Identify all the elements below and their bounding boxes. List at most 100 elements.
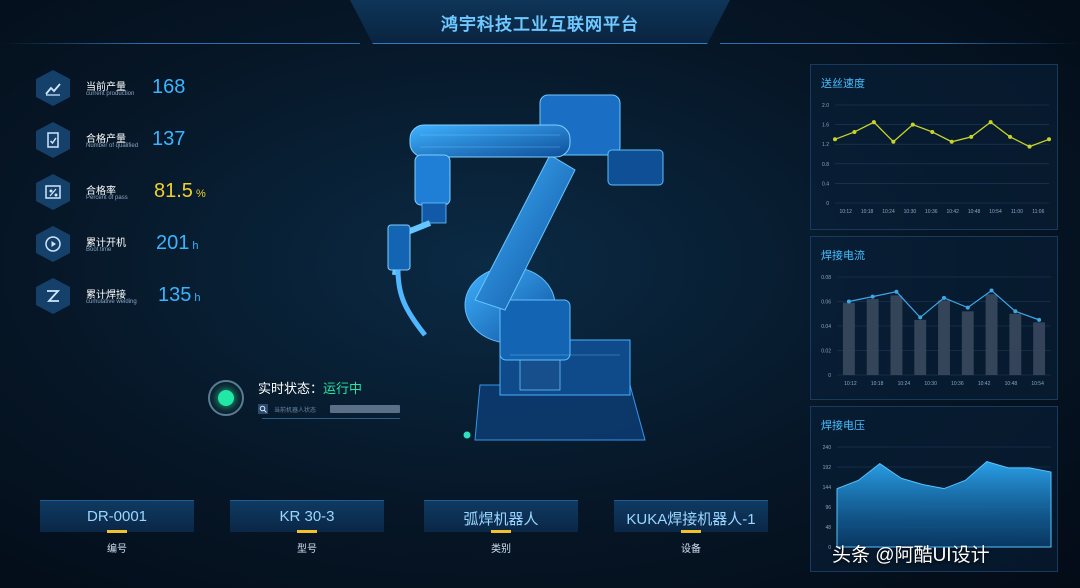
x-tick-label: 10:18 <box>871 381 884 387</box>
stat-value: 201 h <box>156 232 199 254</box>
data-point <box>833 137 837 142</box>
y-tick-label: 1.6 <box>822 123 829 129</box>
bar <box>1009 313 1022 375</box>
info-underline <box>681 530 701 533</box>
data-point <box>1008 134 1013 139</box>
status-sublabel: 当前机器人状态 <box>274 408 317 414</box>
info-underline <box>491 530 511 533</box>
bar <box>985 294 998 375</box>
x-tick-label: 10:54 <box>1031 381 1044 387</box>
wire-speed-panel: 0 0.4 0.8 1.2 1.6 2.0 10:12 10:18 10:24 10:30 10:3… <box>810 64 1058 230</box>
header: 鸿宇科技工业互联网平台 <box>0 0 1080 46</box>
data-point <box>989 288 994 293</box>
data-point <box>988 120 993 125</box>
panel-title: 焊接电压 <box>821 420 865 432</box>
info-card-id: DR-0001 编号 <box>40 500 194 558</box>
stat-value: 137 <box>152 128 186 150</box>
status-dot <box>218 390 234 406</box>
stat-boot-time: 累计开机 Boot time 201 h <box>36 226 296 266</box>
y-tick-label: 1.2 <box>822 142 829 148</box>
stat-pass-rate: 合格率 Percent of pass 81.5% <box>36 174 296 214</box>
bar <box>914 319 927 375</box>
watermark: 头条 @阿酷UI设计 <box>832 545 990 566</box>
status-connector <box>262 418 400 419</box>
area-series <box>836 461 1052 548</box>
x-tick-label: 10:42 <box>946 209 959 215</box>
panel-title: 焊接电流 <box>821 250 865 262</box>
header-line-left <box>0 43 360 44</box>
y-tick-label: 48 <box>825 525 831 531</box>
x-tick-label: 10:24 <box>898 381 911 387</box>
data-point <box>1027 144 1032 149</box>
data-point <box>891 139 896 144</box>
stat-sublabel: Percent of pass <box>86 195 128 201</box>
x-tick-label: 10:54 <box>989 209 1002 215</box>
x-tick-label: 10:12 <box>844 381 857 387</box>
stat-cumulative-welding: 累计焊接 cumulative welding 135 h <box>36 278 296 318</box>
y-tick-label: 0 <box>828 373 831 379</box>
y-tick-label: 0.06 <box>821 300 831 306</box>
x-tick-label: 10:36 <box>925 209 938 215</box>
y-tick-label: 0.08 <box>821 275 831 281</box>
info-value: KR 30-3 <box>279 508 335 525</box>
info-card-device: KUKA焊接机器人-1 设备 <box>614 500 768 558</box>
y-tick-label: 192 <box>823 465 832 471</box>
info-label: 设备 <box>681 544 701 555</box>
y-tick-label: 0.4 <box>822 181 829 187</box>
stat-qualified-production: 合格产量 Number of qualified 137 <box>36 122 296 162</box>
bar <box>961 311 974 375</box>
data-point <box>870 294 875 299</box>
status-indicator <box>208 380 244 416</box>
bar <box>842 302 855 375</box>
y-tick-label: 0.04 <box>821 324 831 330</box>
x-tick-label: 10:18 <box>861 209 874 215</box>
stat-sublabel: current production <box>86 91 135 97</box>
x-tick-label: 10:36 <box>951 381 964 387</box>
document-check-icon <box>36 122 70 158</box>
y-tick-label: 0 <box>828 545 831 551</box>
info-card-category: 弧焊机器人 类别 <box>424 500 578 558</box>
x-tick-label: 10:12 <box>839 209 852 215</box>
info-value: DR-0001 <box>86 508 148 525</box>
welding-current-panel: 0 0.02 0.04 0.06 0.08 10:12 10:18 10:24 10:30 10:… <box>810 236 1058 400</box>
y-tick-label: 240 <box>823 445 832 451</box>
stat-sublabel: Boot time <box>86 247 112 253</box>
y-tick-label: 2.0 <box>822 103 829 109</box>
info-card-model: KR 30-3 型号 <box>230 500 384 558</box>
panel-title: 送丝速度 <box>821 78 865 90</box>
data-point <box>918 315 923 320</box>
stat-value: 81.5% <box>154 180 206 202</box>
percent-icon <box>36 174 70 210</box>
data-point <box>969 134 974 139</box>
stat-sublabel: cumulative welding <box>86 299 137 305</box>
x-tick-label: 10:48 <box>968 209 981 215</box>
info-underline <box>107 530 127 533</box>
info-label: 型号 <box>297 544 317 555</box>
x-tick-label: 10:24 <box>882 209 895 215</box>
x-tick-label: 11:06 <box>1032 209 1044 215</box>
data-point <box>871 120 876 125</box>
data-point <box>965 305 970 310</box>
y-tick-label: 0 <box>826 201 829 207</box>
info-value: KUKA焊接机器人-1 <box>626 511 756 528</box>
x-tick-label: 10:48 <box>1005 381 1018 387</box>
status-bar <box>330 405 400 413</box>
y-tick-label: 96 <box>825 505 831 511</box>
data-point <box>1037 317 1042 322</box>
data-point <box>949 139 954 144</box>
page-title: 鸿宇科技工业互联网平台 <box>441 15 639 34</box>
welding-icon <box>36 278 70 314</box>
data-point <box>910 122 915 127</box>
data-point <box>894 289 899 294</box>
x-tick-label: 11:00 <box>1011 209 1023 215</box>
stat-sublabel: Number of qualified <box>86 143 139 149</box>
stat-value: 135 h <box>158 284 201 306</box>
data-point <box>1047 137 1051 142</box>
bar <box>866 299 879 375</box>
info-value: 弧焊机器人 <box>463 511 539 528</box>
data-point <box>942 295 946 300</box>
data-point <box>852 129 857 134</box>
info-label: 编号 <box>107 544 127 555</box>
info-underline <box>297 530 317 533</box>
stat-current-production: 当前产量 current production 168 <box>36 70 296 110</box>
